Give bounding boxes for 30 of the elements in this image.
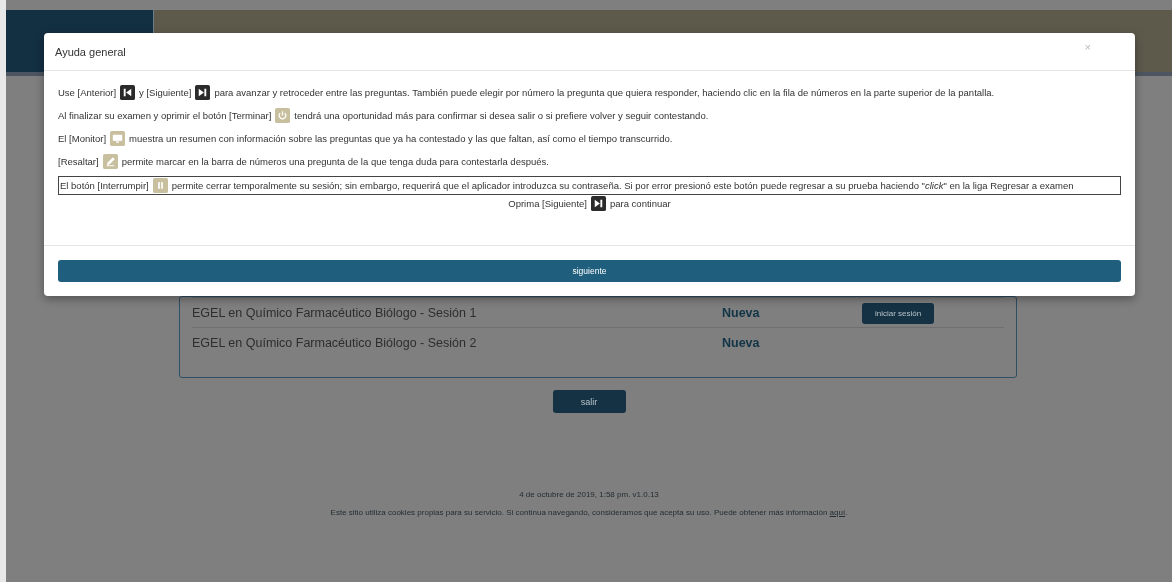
exam-status: Nueva bbox=[722, 335, 761, 350]
next-button[interactable]: siguiente bbox=[58, 260, 1121, 282]
help-text: para continuar bbox=[609, 198, 671, 209]
exam-name: EGEL en Químico Farmacéutico Biólogo - Sesión 1 bbox=[192, 305, 478, 320]
skip-back-icon bbox=[120, 85, 136, 100]
help-text: y [Siguiente] bbox=[139, 87, 192, 98]
monitor-icon bbox=[110, 131, 126, 146]
help-text: El botón [Interrumpir] bbox=[60, 180, 149, 191]
exit-button[interactable]: salir bbox=[552, 390, 626, 413]
exam-name: EGEL en Químico Farmacéutico Biólogo - Sesión 2 bbox=[192, 335, 478, 350]
skip-forward-icon bbox=[590, 196, 606, 211]
help-text: permite cerrar temporalmente su sesión; sin embargo, requerirá que el aplicador introduzca su contraseña. Si por error presionó este botón puede regresar a su prueba haciendo "click" en la liga Regresar a examen bbox=[171, 180, 1074, 191]
help-text: permite marcar en la barra de números una pregunta de la que tenga duda para contestarla después. bbox=[121, 156, 549, 167]
help-text: Oprima [Siguiente] bbox=[508, 198, 587, 209]
pause-icon bbox=[152, 178, 168, 193]
dialog-title: Ayuda general bbox=[55, 45, 126, 58]
timestamp: 4 de octubre de 2019, 1:58 pm. v1.0.13 bbox=[519, 490, 659, 499]
start-session-button[interactable]: iniciar sesión bbox=[862, 302, 935, 324]
cookie-notice: Este sitio utiliza cookies propias para su servicio. Si continua navegando, consideramos que acepta su uso. Puede obtener más información aquí. bbox=[330, 508, 848, 517]
help-text: tendrá una oportunidad más para confirmar si desea salir o si prefiere volver y seguir contestando. bbox=[294, 110, 709, 121]
help-text: para avanzar y retroceder entre las preguntas. También puede elegir por número la pregunta que quiera responder, haciendo clic en la fila de números en la parte superior de la pantalla. bbox=[214, 87, 995, 98]
help-text: [Resaltar] bbox=[58, 156, 99, 167]
exam-status: Nueva bbox=[722, 305, 761, 320]
pencil-icon bbox=[102, 154, 118, 169]
skip-forward-icon bbox=[195, 85, 211, 100]
power-icon bbox=[275, 108, 291, 123]
help-text: El [Monitor] bbox=[58, 133, 107, 144]
help-text: Al finalizar su examen y oprimir el botón [Terminar] bbox=[58, 110, 272, 121]
help-text: muestra un resumen con información sobre las preguntas que ya ha contestado y las que faltan, así como el tiempo transcurrido. bbox=[129, 133, 673, 144]
help-text: Use [Anterior] bbox=[58, 87, 117, 98]
